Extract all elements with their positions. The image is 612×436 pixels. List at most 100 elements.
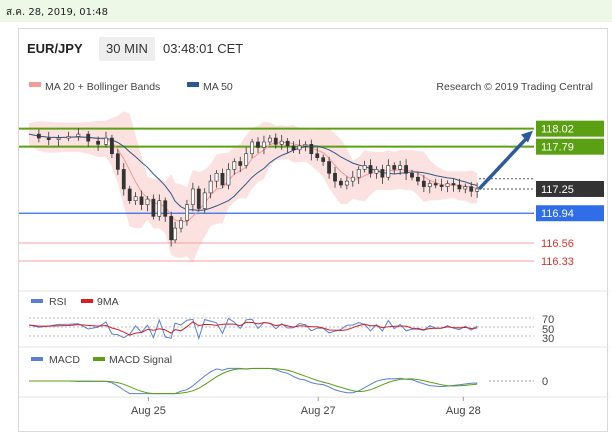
candle-body xyxy=(457,184,462,190)
candle-body xyxy=(427,183,432,187)
candle-body xyxy=(433,183,438,186)
candle-body xyxy=(244,153,249,166)
candle-body xyxy=(303,144,308,147)
price-panel: 118.02 117.79 117.25 116.94 116.56 116.33 xyxy=(19,111,604,268)
candle-body xyxy=(421,180,426,187)
candle-body xyxy=(404,165,408,174)
x-tick-label-0: Aug 25 xyxy=(131,405,166,417)
candle-body xyxy=(321,157,326,162)
level-label-116.56: 116.56 xyxy=(541,238,574,250)
candle-body xyxy=(163,200,168,217)
candle-body xyxy=(202,192,207,209)
rsi-9ma-legend-swatch xyxy=(81,299,93,303)
candle-body xyxy=(350,176,355,182)
bollinger-band xyxy=(29,111,478,263)
candle-body xyxy=(339,180,343,186)
ma50-legend-swatch xyxy=(187,82,199,87)
candle-body xyxy=(262,141,266,148)
candle-body xyxy=(157,200,162,217)
date-stamp: ส.ค. 28, 2019, 01:48 xyxy=(6,7,109,18)
macd-signal-legend-label: MACD Signal xyxy=(109,354,172,366)
rsi-9ma-line xyxy=(28,321,478,336)
candle-body xyxy=(232,161,237,170)
candle-body xyxy=(368,165,373,174)
candle-body xyxy=(36,133,41,139)
candle-body xyxy=(356,169,361,178)
level-label-116.33: 116.33 xyxy=(541,256,574,268)
candle-body xyxy=(451,183,456,186)
candle-body xyxy=(256,141,260,148)
candle-body xyxy=(238,161,243,166)
candle-body xyxy=(285,140,290,147)
rsi-level-30: 30 xyxy=(542,333,554,345)
candle-body xyxy=(380,169,385,178)
candle-body xyxy=(133,196,138,202)
candle-body xyxy=(439,184,444,187)
candle-body xyxy=(179,219,183,229)
candle-body xyxy=(121,169,126,190)
candle-body xyxy=(220,172,225,186)
candle-body xyxy=(127,188,132,202)
candle-body xyxy=(475,188,480,192)
rsi-legend-label: RSI xyxy=(49,296,67,308)
candle-body xyxy=(145,198,150,205)
candle-body xyxy=(445,183,450,187)
ma20-legend-swatch xyxy=(29,82,41,87)
chart-svg: MA 20 + Bollinger Bands MA 50 Research ©… xyxy=(19,81,609,417)
candle-body xyxy=(46,137,51,140)
rsi-panel xyxy=(28,317,534,340)
candle-body xyxy=(291,145,296,151)
candle-body xyxy=(139,196,144,205)
candle-body xyxy=(398,165,403,170)
candle-body xyxy=(463,186,468,190)
level-label-116.94: 116.94 xyxy=(541,208,574,220)
candle-body xyxy=(86,133,91,142)
credit-label: Research © 2019 Trading Central xyxy=(436,81,593,93)
candle-body xyxy=(362,165,367,170)
candle-body xyxy=(273,137,278,145)
level-label-117.25: 117.25 xyxy=(541,184,574,196)
candle-body xyxy=(386,165,391,178)
candle-body xyxy=(309,144,314,155)
candle-body xyxy=(56,137,61,140)
candle-body xyxy=(374,169,379,174)
ma20-legend-label: MA 20 + Bollinger Bands xyxy=(45,81,160,93)
candle-body xyxy=(226,169,231,186)
candle-body xyxy=(151,198,156,217)
candle-body xyxy=(169,216,174,241)
candle-body xyxy=(267,137,272,143)
level-label-117.79: 117.79 xyxy=(541,142,574,154)
candle-body xyxy=(344,180,349,186)
candle-body xyxy=(208,180,213,194)
macd-panel xyxy=(29,367,534,395)
macd-signal-line xyxy=(29,368,478,395)
chart-panel: EUR/JPY 30 MIN 03:48:01 CET MA 20 + Boll… xyxy=(18,28,609,432)
macd-legend-label: MACD xyxy=(49,354,80,366)
candle-body xyxy=(279,140,284,145)
candle-body xyxy=(315,153,320,158)
macd-signal-legend-swatch xyxy=(93,357,105,361)
candle-body xyxy=(115,153,120,170)
candle-body xyxy=(66,136,71,139)
level-label-118.02: 118.02 xyxy=(541,124,574,136)
candle-body xyxy=(333,172,337,182)
candle-body xyxy=(327,161,331,174)
candle-body xyxy=(190,188,195,205)
candle-body xyxy=(76,133,81,137)
candle-body xyxy=(96,140,100,145)
rsi-line xyxy=(28,317,478,340)
candle-body xyxy=(104,137,108,145)
candle-body xyxy=(214,172,219,182)
candle-body xyxy=(110,137,114,155)
candle-body xyxy=(173,227,177,241)
rsi-9ma-legend-label: 9MA xyxy=(97,296,119,308)
candle-body xyxy=(416,176,420,182)
x-tick-label-1: Aug 27 xyxy=(301,405,336,417)
macd-legend-swatch xyxy=(31,357,43,361)
projection-arrow-shaft xyxy=(477,134,531,191)
candle-body xyxy=(196,188,201,209)
candle-body xyxy=(250,141,254,155)
candle-body xyxy=(410,172,414,178)
macd-level-0: 0 xyxy=(542,376,548,388)
candle-body xyxy=(392,165,397,170)
